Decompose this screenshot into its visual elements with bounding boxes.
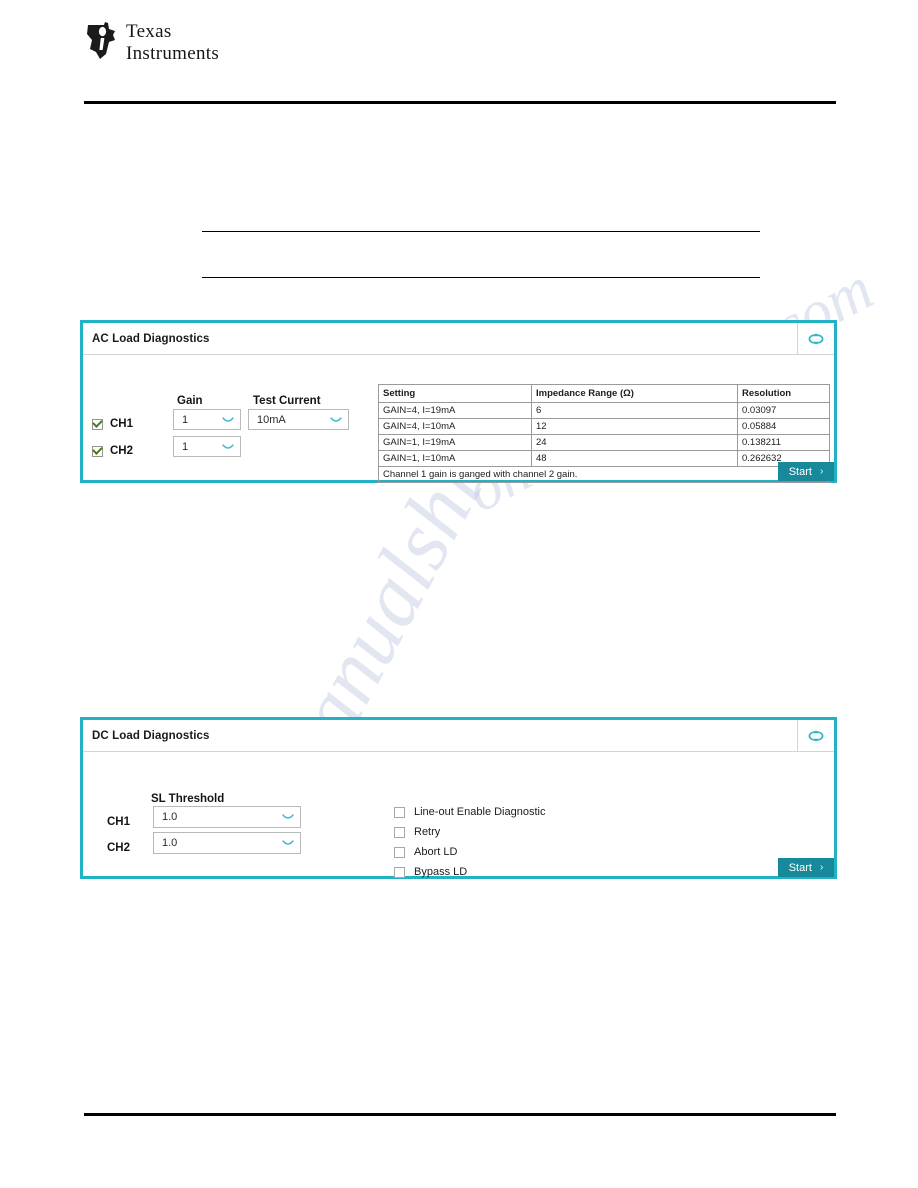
dc-start-button[interactable]: Start ›: [778, 858, 834, 877]
dc-ch2-label: CH2: [107, 842, 131, 854]
cell-impedance: 12: [531, 418, 738, 435]
ac-ch1-gain-value: 1: [182, 413, 189, 426]
ti-logo-line-2: Instruments: [126, 43, 220, 64]
cell-setting: GAIN=1, I=19mA: [378, 434, 532, 451]
chevron-down-icon: [282, 814, 294, 819]
ac-test-current-select[interactable]: 10mA: [248, 409, 349, 430]
chevron-down-icon: [282, 840, 294, 845]
chevron-down-icon: [330, 416, 342, 422]
content-divider-lower: [202, 277, 760, 279]
dc-panel-header: DC Load Diagnostics: [83, 720, 834, 752]
dc-option-checkbox[interactable]: [394, 846, 405, 858]
ac-panel-title: AC Load Diagnostics: [92, 332, 210, 345]
ac-ch2-gain-select[interactable]: 1: [173, 436, 241, 457]
chevron-down-icon: [222, 416, 234, 422]
ac-channel-2-row[interactable]: CH2: [92, 445, 133, 457]
ac-test-current-column-label: Test Current: [253, 395, 321, 407]
dc-option-label: Line-out Enable Diagnostic: [414, 806, 546, 818]
table-note: Channel 1 gain is ganged with channel 2 …: [378, 466, 830, 483]
dc-panel-refresh-button[interactable]: [797, 720, 834, 751]
ac-start-label: Start: [788, 465, 812, 478]
cell-impedance: 24: [531, 434, 738, 451]
dc-ch2-threshold-value: 1.0: [162, 837, 178, 849]
cell-setting: GAIN=4, I=10mA: [378, 418, 532, 435]
dc-option-line-out-enable-diagnostic[interactable]: Line-out Enable Diagnostic: [394, 802, 545, 822]
chevron-right-icon: ›: [819, 466, 824, 477]
dc-ch1-label: CH1: [107, 816, 131, 828]
dc-start-label: Start: [788, 861, 812, 874]
cell-impedance: 6: [531, 402, 738, 419]
ti-logo: Texas Instruments: [84, 22, 219, 63]
watermark-layer: onanualshive.com manualshive: [0, 0, 918, 1188]
ti-logo-line-1: Texas: [126, 21, 172, 42]
ac-load-diagnostics-panel: AC Load Diagnostics Gain Test Current CH…: [80, 320, 837, 483]
content-divider-upper: [202, 231, 760, 233]
ac-panel-header: AC Load Diagnostics: [83, 323, 834, 355]
ac-channel-1-row[interactable]: CH1: [92, 418, 133, 430]
dc-ch1-threshold-select[interactable]: 1.0: [153, 806, 301, 828]
cell-resolution: 0.138211: [737, 434, 830, 451]
ac-panel-refresh-button[interactable]: [797, 323, 834, 354]
dc-option-retry[interactable]: Retry: [394, 822, 545, 842]
cell-setting: GAIN=1, I=10mA: [378, 450, 532, 467]
ac-ch1-gain-select[interactable]: 1: [173, 409, 241, 430]
dc-load-diagnostics-panel: DC Load Diagnostics SL Threshold CH1 CH2…: [80, 717, 837, 879]
table-header-setting: Setting: [378, 384, 532, 403]
dc-option-label: Bypass LD: [414, 866, 468, 878]
dc-panel-title: DC Load Diagnostics: [92, 729, 210, 742]
cell-resolution: 0.05884: [737, 418, 830, 435]
ac-ch2-gain-value: 1: [182, 440, 189, 453]
dc-ch1-threshold-value: 1.0: [162, 811, 178, 823]
table-header-row: Setting Impedance Range (Ω) Resolution: [378, 384, 830, 403]
ac-gain-column-label: Gain: [177, 395, 203, 407]
cell-setting: GAIN=4, I=19mA: [378, 402, 532, 419]
dc-ch2-threshold-select[interactable]: 1.0: [153, 832, 301, 854]
footer-divider-bottom: [84, 1113, 836, 1116]
dc-option-checkbox[interactable]: [394, 826, 405, 838]
ac-ch2-checkbox[interactable]: [92, 445, 103, 457]
ac-start-button[interactable]: Start ›: [778, 462, 834, 481]
table-row: GAIN=1, I=19mA 24 0.138211: [378, 434, 830, 451]
table-row: GAIN=1, I=10mA 48 0.262632: [378, 450, 830, 467]
header-divider-top: [84, 101, 836, 104]
dc-option-label: Abort LD: [414, 846, 458, 858]
loop-refresh-icon: [808, 332, 824, 345]
dc-option-abort-ld[interactable]: Abort LD: [394, 842, 545, 862]
dc-option-bypass-ld[interactable]: Bypass LD: [394, 862, 545, 882]
table-row: GAIN=4, I=19mA 6 0.03097: [378, 402, 830, 419]
dc-option-label: Retry: [414, 826, 441, 838]
table-note-row: Channel 1 gain is ganged with channel 2 …: [378, 466, 830, 483]
impedance-range-table: Setting Impedance Range (Ω) Resolution G…: [378, 384, 830, 483]
dc-sl-threshold-label: SL Threshold: [151, 793, 225, 805]
table-row: GAIN=4, I=10mA 12 0.05884: [378, 418, 830, 435]
ac-ch1-checkbox[interactable]: [92, 418, 103, 430]
ac-ch1-label: CH1: [110, 418, 134, 430]
dc-options-list: Line-out Enable Diagnostic Retry Abort L…: [394, 802, 545, 882]
dc-option-checkbox[interactable]: [394, 866, 405, 878]
ac-panel-body: Gain Test Current CH1 CH2 1 1 10mA Setti…: [83, 355, 834, 483]
chevron-right-icon: ›: [819, 862, 824, 873]
dc-panel-body: SL Threshold CH1 CH2 1.0 1.0 Line-out En…: [83, 752, 834, 878]
ac-test-current-value: 10mA: [257, 413, 286, 426]
ti-texas-mark-icon: [87, 22, 115, 59]
loop-refresh-icon: [808, 729, 824, 742]
cell-impedance: 48: [531, 450, 738, 467]
table-header-resolution: Resolution: [737, 384, 830, 403]
chevron-down-icon: [222, 443, 234, 449]
dc-option-checkbox[interactable]: [394, 806, 405, 818]
table-header-impedance: Impedance Range (Ω): [531, 384, 738, 403]
cell-resolution: 0.03097: [737, 402, 830, 419]
ac-ch2-label: CH2: [110, 445, 134, 457]
